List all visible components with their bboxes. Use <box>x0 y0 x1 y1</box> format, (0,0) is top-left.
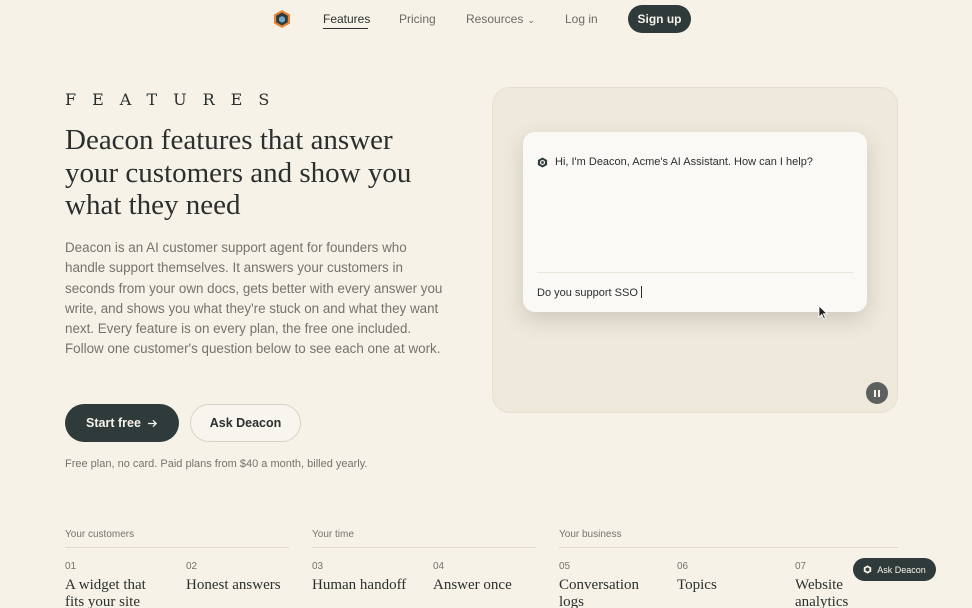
group-divider <box>312 547 536 548</box>
chat-widget: Hi, I'm Deacon, Acme's AI Assistant. How… <box>523 132 867 312</box>
feature-number: 05 <box>559 561 571 572</box>
page-title: Deacon features that answer your custome… <box>65 124 412 221</box>
feature-number: 03 <box>312 561 324 572</box>
mouse-cursor-icon <box>818 305 829 320</box>
feature-item-human-handoff[interactable]: Human handoff <box>312 577 427 594</box>
group-label-time: Your time <box>312 529 354 540</box>
feature-item-topics[interactable]: Topics <box>677 577 777 594</box>
pause-icon-bar <box>874 389 876 397</box>
hero-description: Deacon is an AI customer support agent f… <box>65 240 443 357</box>
deacon-avatar-icon <box>863 565 872 574</box>
pause-button[interactable] <box>866 382 888 404</box>
feature-number: 06 <box>677 561 689 572</box>
group-label-customers: Your customers <box>65 529 135 540</box>
nav-link-resources-label: Resources <box>466 12 524 26</box>
group-label-business: Your business <box>559 529 622 540</box>
nav-active-underline <box>323 28 368 29</box>
nav-link-resources[interactable]: Resources ⌄ <box>466 12 535 26</box>
chat-input[interactable]: Do you support SSO <box>537 286 642 299</box>
group-divider <box>559 547 899 548</box>
deacon-avatar-icon <box>537 156 548 168</box>
text-caret <box>640 286 642 298</box>
sign-up-button[interactable]: Sign up <box>628 5 691 33</box>
section-eyebrow: FEATURES <box>65 90 286 109</box>
top-nav: Features Pricing Resources ⌄ Log in Sign … <box>0 0 972 40</box>
nav-link-login[interactable]: Log in <box>565 12 598 26</box>
feature-number: 07 <box>795 561 807 572</box>
floating-ask-label: Ask Deacon <box>877 564 926 575</box>
feature-number: 02 <box>186 561 198 572</box>
nav-link-pricing[interactable]: Pricing <box>399 12 436 26</box>
feature-number: 04 <box>433 561 445 572</box>
feature-item-honest-answers[interactable]: Honest answers <box>186 577 301 594</box>
feature-item-widget[interactable]: A widget that fits your site <box>65 577 165 608</box>
floating-ask-deacon-button[interactable]: Ask Deacon <box>853 558 936 581</box>
pause-icon-bar <box>878 389 880 397</box>
arrow-right-icon <box>147 419 158 427</box>
feature-item-conversation-logs[interactable]: Conversation logs <box>559 577 659 608</box>
chat-input-value: Do you support SSO <box>537 287 638 299</box>
feature-number: 01 <box>65 561 77 572</box>
group-divider <box>65 547 289 548</box>
assistant-message-text: Hi, I'm Deacon, Acme's AI Assistant. How… <box>555 156 813 168</box>
feature-item-answer-once[interactable]: Answer once <box>433 577 533 594</box>
feature-item-website-analytics[interactable]: Website analytics <box>795 577 885 608</box>
ask-deacon-button[interactable]: Ask Deacon <box>190 404 301 442</box>
pricing-fineprint: Free plan, no card. Paid plans from $40 … <box>65 458 368 470</box>
start-free-label: Start free <box>86 416 141 430</box>
chevron-down-icon: ⌄ <box>527 15 535 25</box>
chat-divider <box>537 272 853 273</box>
assistant-message: Hi, I'm Deacon, Acme's AI Assistant. How… <box>537 156 813 168</box>
start-free-button[interactable]: Start free <box>65 404 179 442</box>
nav-link-features[interactable]: Features <box>323 12 370 26</box>
deacon-logo-icon[interactable] <box>272 9 292 29</box>
